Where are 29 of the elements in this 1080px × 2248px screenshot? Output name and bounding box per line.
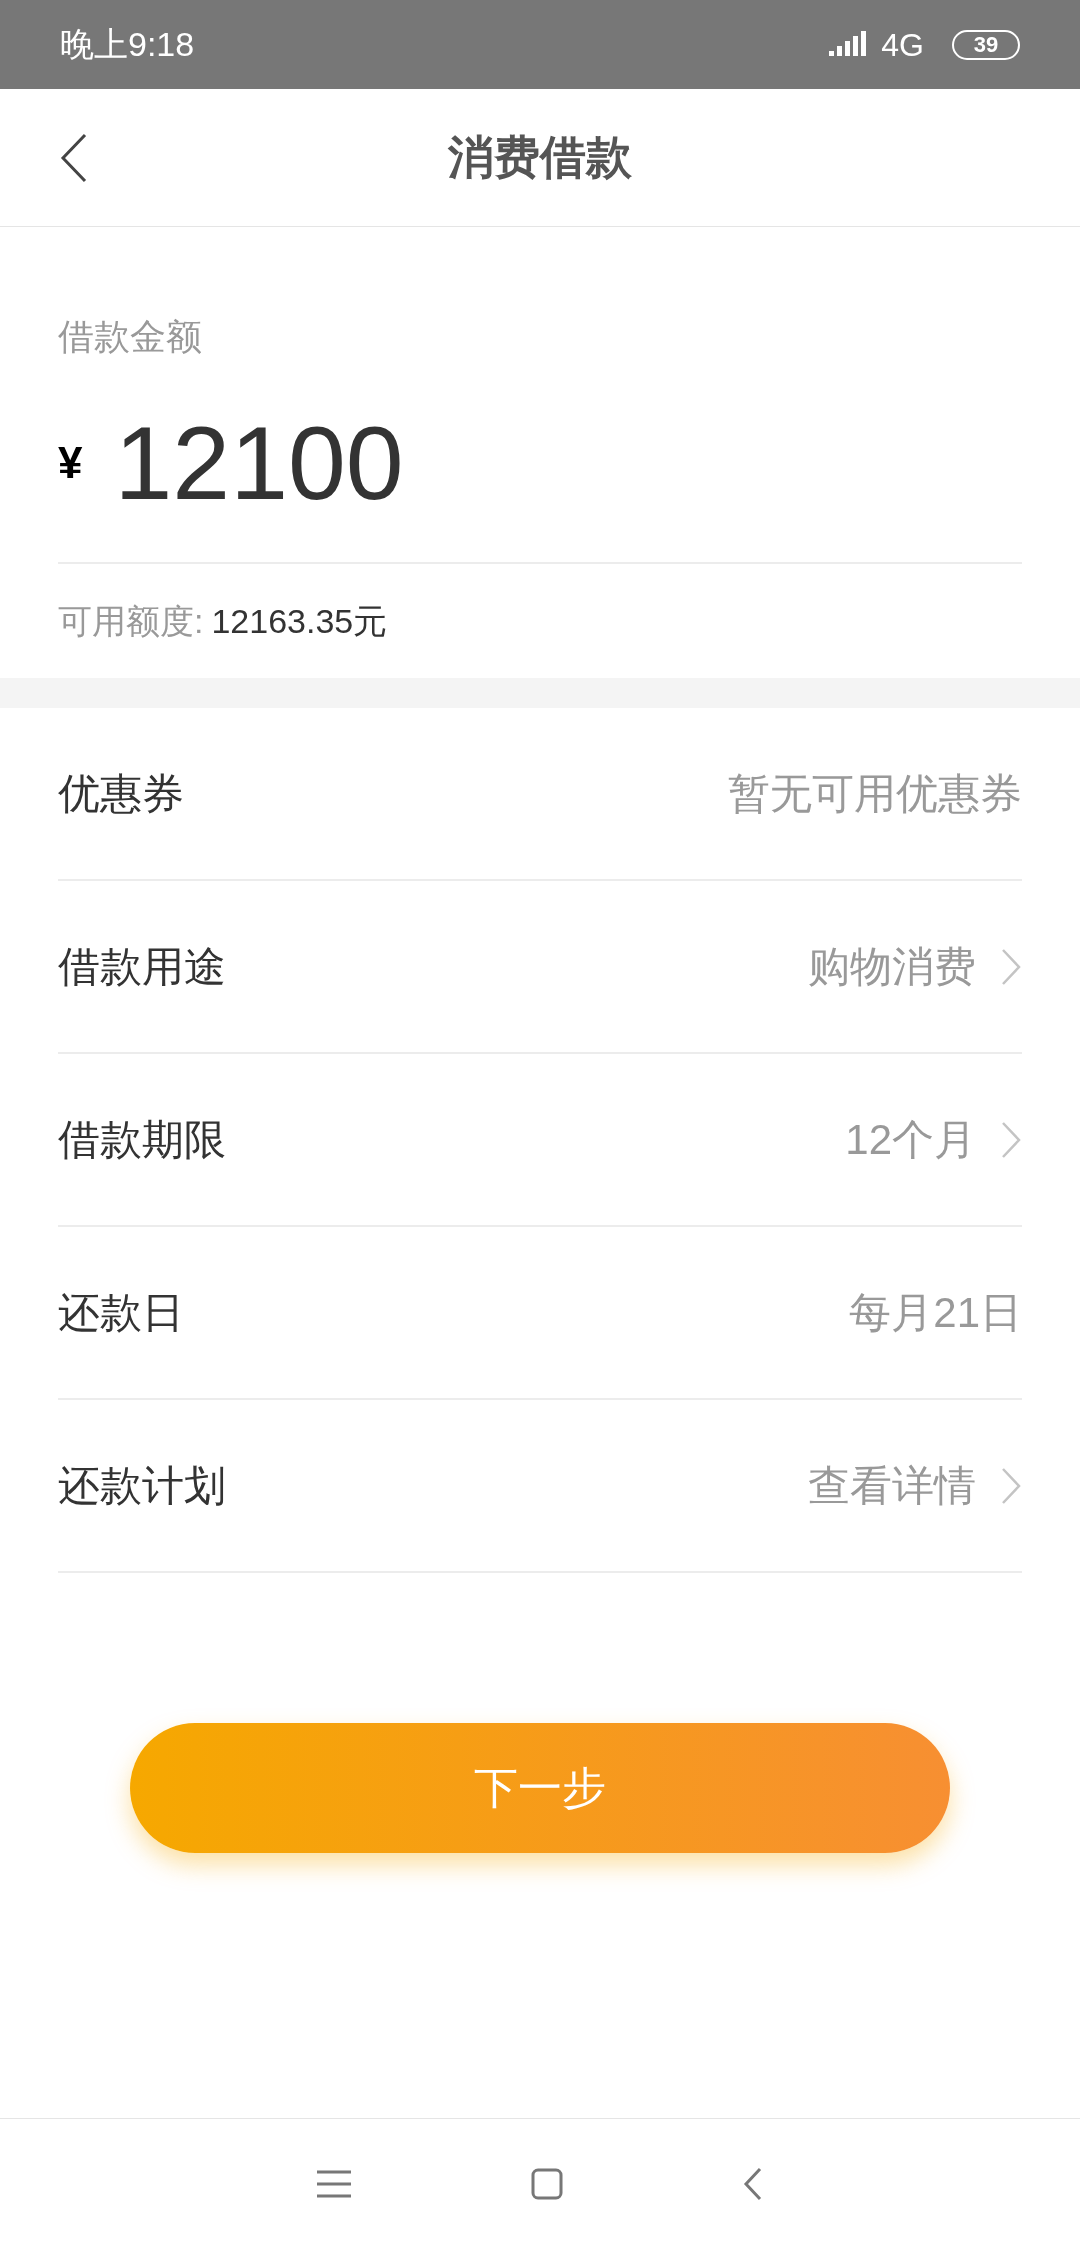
network-label: 4G bbox=[881, 25, 924, 65]
back-button[interactable] bbox=[60, 133, 88, 183]
row-value: 12个月 bbox=[845, 1115, 976, 1165]
row-label: 还款日 bbox=[58, 1288, 184, 1338]
form-row[interactable]: 借款用途 购物消费 bbox=[58, 881, 1022, 1054]
back-icon bbox=[60, 133, 88, 183]
row-value: 购物消费 bbox=[808, 942, 976, 992]
form-row[interactable]: 还款计划 查看详情 bbox=[58, 1400, 1022, 1573]
currency-symbol: ¥ bbox=[58, 437, 83, 489]
available-value: 12163.35元 bbox=[211, 600, 388, 642]
row-value: 每月21日 bbox=[849, 1288, 1022, 1338]
row-label: 借款用途 bbox=[58, 942, 226, 992]
page-title: 消费借款 bbox=[448, 130, 632, 185]
home-icon[interactable] bbox=[531, 2167, 563, 2200]
available-label: 可用额度: bbox=[58, 600, 204, 642]
battery-icon: 39 bbox=[952, 29, 1020, 60]
form-row[interactable]: 借款期限 12个月 bbox=[58, 1054, 1022, 1227]
menu-icon[interactable] bbox=[317, 2169, 351, 2198]
status-time: 晚上9:18 bbox=[60, 24, 195, 65]
row-label: 借款期限 bbox=[58, 1115, 226, 1165]
back-icon[interactable] bbox=[743, 2166, 763, 2201]
amount-value[interactable]: 12100 bbox=[114, 385, 404, 541]
row-value: 暂无可用优惠券 bbox=[728, 769, 1022, 819]
row-label: 优惠券 bbox=[58, 769, 184, 819]
row-value: 查看详情 bbox=[808, 1461, 976, 1511]
amount-label: 借款金额 bbox=[58, 315, 203, 359]
form-row[interactable]: 优惠券 暂无可用优惠券 bbox=[58, 708, 1022, 881]
row-label: 还款计划 bbox=[58, 1461, 226, 1511]
form-row[interactable]: 还款日 每月21日 bbox=[58, 1227, 1022, 1400]
